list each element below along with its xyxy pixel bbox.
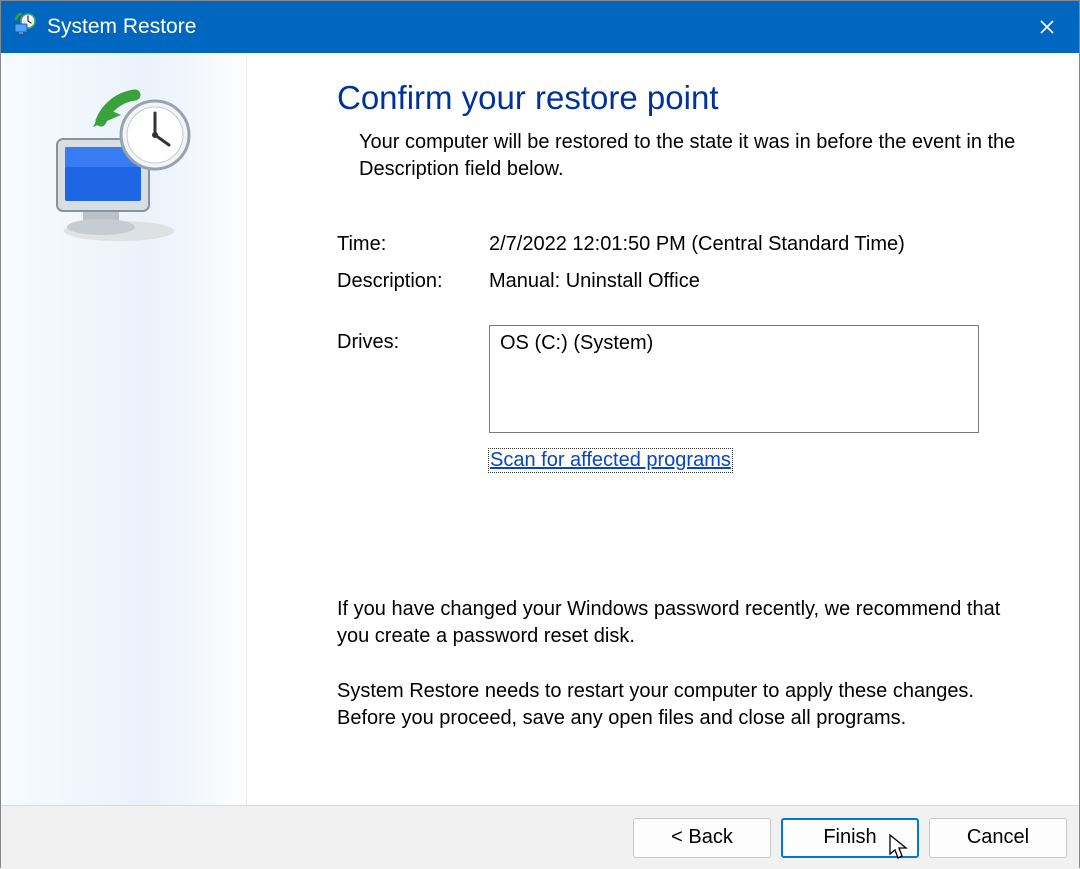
wizard-footer: < Back Finish Cancel: [1, 805, 1079, 869]
finish-button[interactable]: Finish: [781, 818, 919, 858]
time-row: Time: 2/7/2022 12:01:50 PM (Central Stan…: [337, 233, 1033, 256]
wizard-sidebar: [1, 53, 247, 805]
close-button[interactable]: [1015, 1, 1079, 53]
drives-row: Drives: OS (C:) (System) Scan for affect…: [337, 325, 1033, 472]
titlebar: System Restore: [1, 1, 1079, 53]
drives-listbox[interactable]: OS (C:) (System): [489, 325, 979, 433]
time-label: Time:: [337, 233, 489, 256]
time-value: 2/7/2022 12:01:50 PM (Central Standard T…: [489, 233, 905, 256]
description-row: Description: Manual: Uninstall Office: [337, 270, 1033, 293]
page-subtitle: Your computer will be restored to the st…: [359, 129, 1033, 183]
restart-note: System Restore needs to restart your com…: [337, 678, 1033, 732]
cancel-button[interactable]: Cancel: [929, 818, 1067, 858]
back-button[interactable]: < Back: [633, 818, 771, 858]
restore-icon: [13, 12, 37, 42]
scan-affected-programs-link[interactable]: Scan for affected programs: [489, 449, 732, 472]
page-heading: Confirm your restore point: [337, 79, 1033, 117]
description-value: Manual: Uninstall Office: [489, 270, 700, 293]
drives-label: Drives:: [337, 325, 489, 354]
password-note: If you have changed your Windows passwor…: [337, 596, 1033, 650]
description-label: Description:: [337, 270, 489, 293]
wizard-body: Confirm your restore point Your computer…: [1, 53, 1079, 805]
window-title: System Restore: [47, 15, 196, 39]
restore-graphic-icon: [39, 89, 169, 219]
wizard-main: Confirm your restore point Your computer…: [247, 53, 1079, 805]
drives-item[interactable]: OS (C:) (System): [500, 332, 968, 355]
